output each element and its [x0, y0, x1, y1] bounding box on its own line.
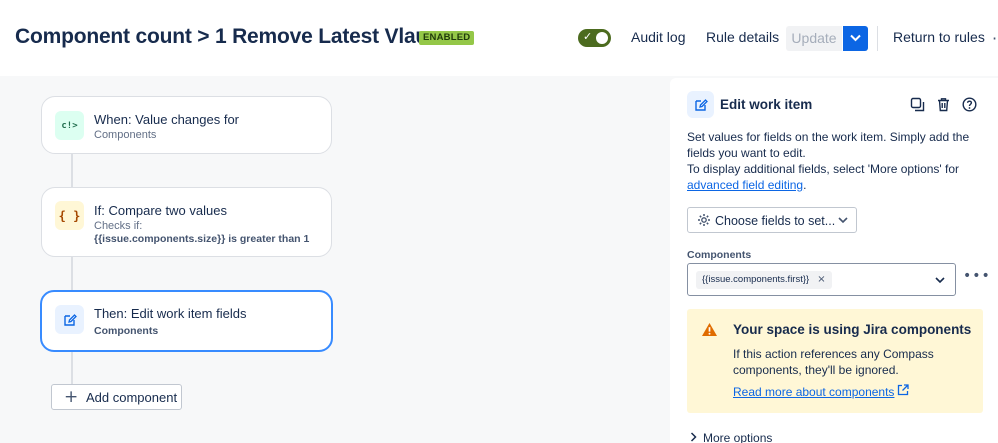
choose-fields-button[interactable]: Choose fields to set... — [687, 207, 857, 233]
trigger-subtitle: Components — [94, 129, 157, 141]
trash-icon[interactable] — [936, 97, 952, 113]
more-options-toggle[interactable]: More options — [690, 431, 772, 443]
update-dropdown-button[interactable] — [843, 26, 868, 51]
chevron-right-icon — [690, 432, 697, 442]
add-component-label: Add component — [86, 390, 178, 405]
trigger-title: When: Value changes for — [94, 112, 240, 127]
rule-canvas: c!> When: Value changes for Components {… — [0, 76, 668, 443]
header-divider — [877, 26, 878, 51]
gear-icon — [698, 214, 710, 226]
check-icon: ✓ — [583, 30, 593, 43]
edit-icon — [55, 305, 84, 334]
rule-header: Component count > 1 Remove Latest Vlaue … — [0, 0, 998, 76]
rule-title: Component count > 1 Remove Latest Vlaue — [15, 25, 440, 48]
action-card[interactable]: Then: Edit work item fields Components — [40, 290, 333, 352]
external-link-icon — [897, 384, 909, 396]
chevron-down-icon — [935, 277, 945, 284]
description-text: To display additional fields, select 'Mo… — [687, 162, 960, 176]
action-title: Then: Edit work item fields — [94, 306, 247, 321]
panel-title: Edit work item — [720, 97, 813, 112]
warning-body: If this action references any Compass co… — [733, 347, 934, 377]
chip-label: {{issue.components.first}} — [702, 274, 810, 285]
flow-connector — [71, 154, 73, 187]
enable-toggle[interactable]: ✓ — [578, 29, 611, 47]
chevron-down-icon — [850, 34, 861, 42]
components-field-label: Components — [687, 249, 752, 261]
plus-icon: + — [64, 387, 79, 407]
toggle-knob — [596, 32, 608, 44]
choose-fields-label: Choose fields to set... — [715, 214, 836, 228]
action-detail: Components — [94, 325, 159, 337]
condition-subtitle: Checks if: — [94, 220, 143, 232]
rule-details-button[interactable]: Rule details — [706, 29, 779, 45]
add-component-button[interactable]: + Add component — [51, 384, 182, 410]
more-actions-icon[interactable]: · — [992, 29, 997, 48]
more-options-label: More options — [703, 431, 773, 443]
trigger-icon: c!> — [55, 111, 84, 140]
update-button[interactable]: Update — [786, 26, 842, 51]
edit-icon — [687, 91, 714, 118]
remove-value-icon[interactable]: × — [817, 274, 825, 285]
flow-connector — [71, 352, 73, 384]
components-select[interactable]: {{issue.components.first}} × — [687, 263, 956, 296]
warning-banner: Your space is using Jira components If t… — [687, 309, 983, 413]
read-more-link[interactable]: Read more about components — [733, 385, 894, 399]
chevron-down-icon — [838, 217, 848, 224]
panel-description: Set values for fields on the work item. … — [687, 129, 982, 193]
selected-value-chip: {{issue.components.first}} × — [696, 271, 832, 289]
flow-connector — [71, 257, 73, 291]
condition-title: If: Compare two values — [94, 203, 227, 218]
condition-detail: {{issue.components.size}} is greater tha… — [94, 233, 310, 245]
advanced-field-editing-link[interactable]: advanced field editing — [687, 178, 803, 192]
description-suffix: . — [803, 178, 807, 192]
trigger-card[interactable]: c!> When: Value changes for Components — [41, 96, 332, 154]
duplicate-icon[interactable] — [910, 97, 926, 113]
status-badge: ENABLED — [419, 31, 475, 45]
description-text: Set values for fields on the work item. … — [687, 130, 970, 160]
help-icon[interactable] — [962, 97, 978, 113]
audit-log-button[interactable]: Audit log — [631, 29, 685, 45]
return-to-rules-button[interactable]: Return to rules — [893, 29, 985, 45]
braces-icon: { } — [55, 201, 84, 230]
condition-card[interactable]: { } If: Compare two values Checks if: {{… — [41, 187, 332, 257]
warning-title: Your space is using Jira components — [733, 322, 972, 337]
warning-icon — [702, 323, 717, 336]
field-more-icon[interactable]: ••• — [963, 268, 991, 284]
